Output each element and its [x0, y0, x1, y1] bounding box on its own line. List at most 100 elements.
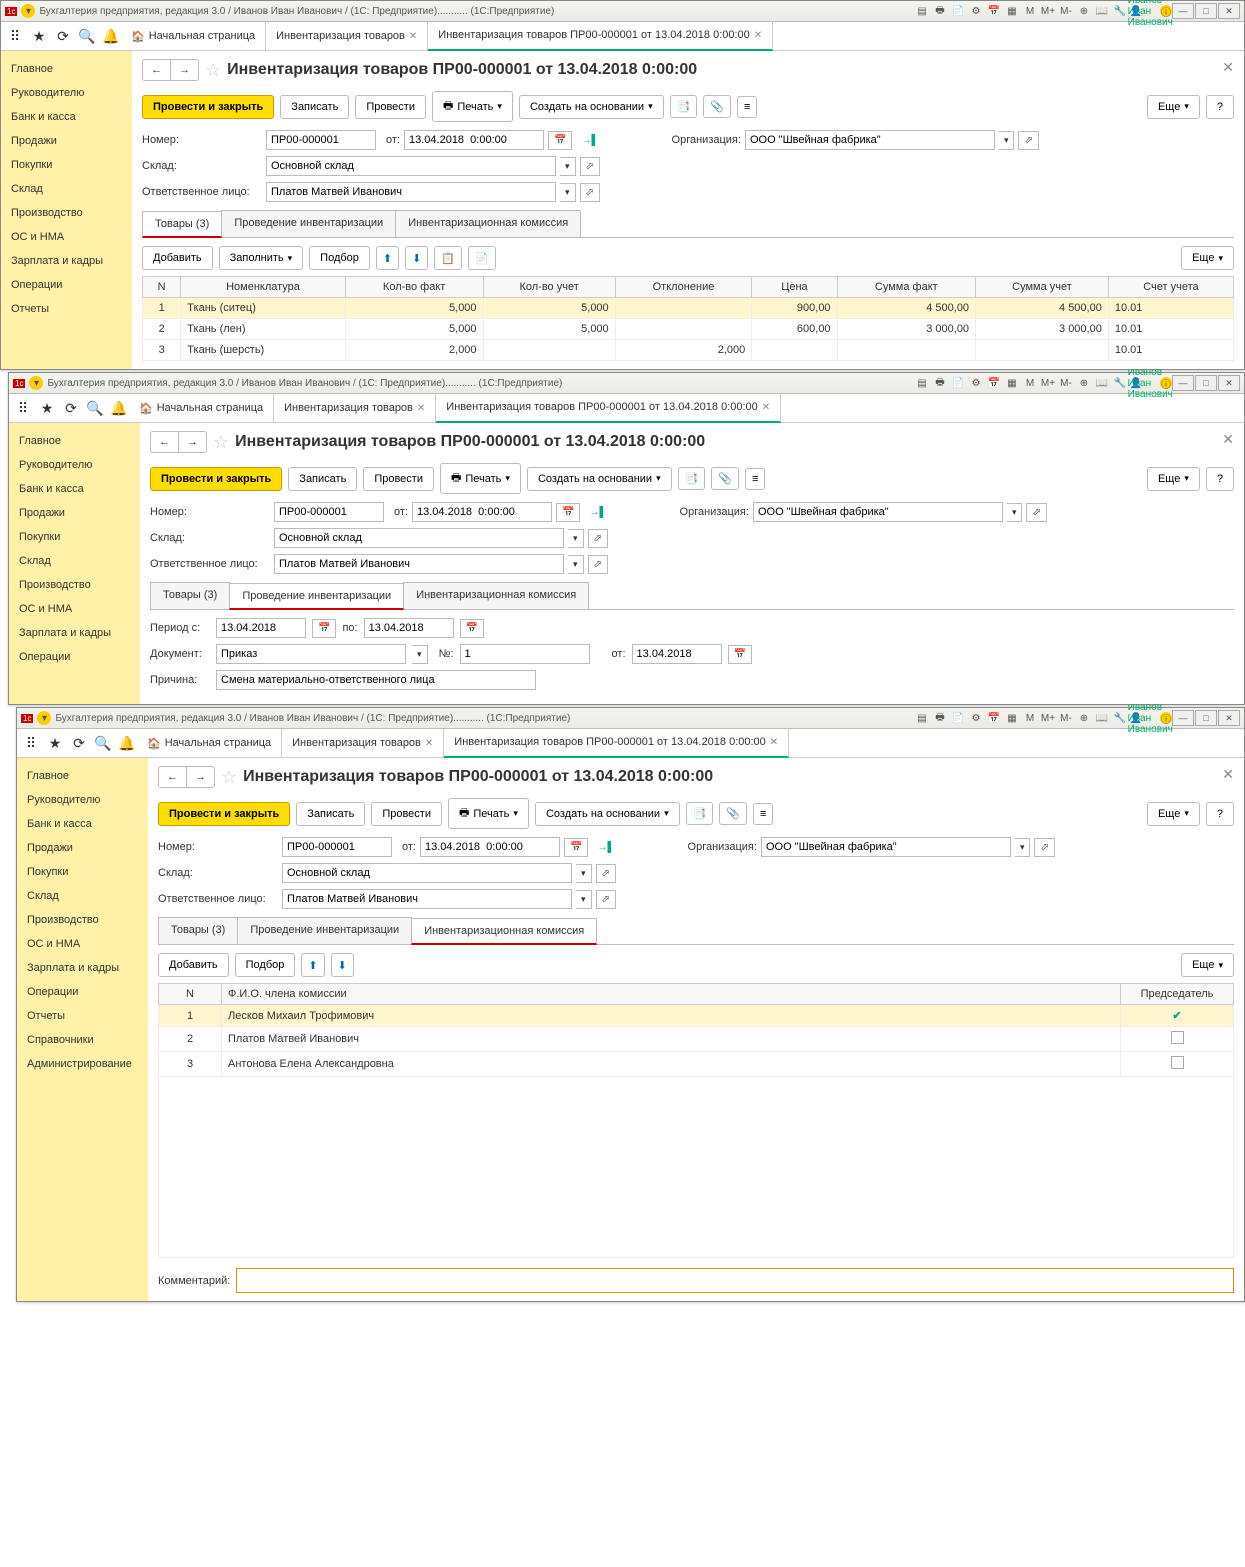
forward-button[interactable]: → — [187, 767, 214, 787]
apps-icon[interactable]: ⠿ — [5, 26, 25, 46]
dropdown-icon[interactable]: ▾ — [1015, 838, 1031, 857]
doc-icon[interactable]: 📄 — [950, 710, 966, 726]
responsible-input[interactable] — [274, 554, 564, 574]
calendar-icon[interactable]: 📅 — [986, 375, 1002, 391]
close-form-icon[interactable]: ✕ — [1222, 59, 1234, 76]
copy-icon[interactable]: 📋 — [434, 246, 462, 270]
close-icon[interactable]: ✕ — [425, 738, 433, 749]
sidebar-item[interactable]: Главное — [9, 429, 140, 453]
post-icon[interactable]: →▌ — [576, 132, 603, 149]
bell-icon[interactable]: 🔔 — [101, 26, 121, 46]
sidebar-item[interactable]: Банк и касса — [9, 477, 140, 501]
tab-inventory-list[interactable]: Инвентаризация товаров ✕ — [282, 729, 444, 757]
tool-icon[interactable]: 🔧 — [1112, 3, 1128, 19]
open-icon[interactable]: ⬀ — [1018, 131, 1038, 150]
m-icon[interactable]: M — [1022, 710, 1038, 726]
close-icon[interactable]: ✕ — [754, 30, 762, 41]
tools-icon[interactable]: ▤ — [914, 710, 930, 726]
minimize-button[interactable]: — — [1172, 3, 1194, 19]
number-input[interactable] — [274, 502, 384, 522]
post-icon[interactable]: →▌ — [584, 504, 611, 521]
attach-icon[interactable]: 📎 — [703, 95, 731, 118]
more-button[interactable]: Еще — [1181, 246, 1234, 270]
responsible-input[interactable] — [266, 182, 556, 202]
post-icon[interactable]: →▌ — [592, 839, 619, 856]
info-icon[interactable]: ⓘ — [1160, 712, 1172, 724]
post-button[interactable]: Провести — [363, 467, 434, 491]
save-button[interactable]: Записать — [280, 95, 349, 119]
sidebar-item[interactable]: Руководителю — [17, 788, 148, 812]
tab-inventory-list[interactable]: Инвентаризация товаров ✕ — [274, 394, 436, 422]
calendar-icon[interactable]: 📅 — [986, 710, 1002, 726]
org-input[interactable] — [761, 837, 1011, 857]
list-icon[interactable]: ≡ — [737, 96, 757, 118]
print-icon[interactable]: 🖶 — [932, 375, 948, 391]
maximize-button[interactable]: □ — [1195, 375, 1217, 391]
sidebar-item[interactable]: Операции — [9, 645, 140, 669]
dropdown-icon[interactable]: ▾ — [412, 645, 428, 664]
tab-conduct[interactable]: Проведение инвентаризации — [237, 917, 412, 944]
tab-commission[interactable]: Инвентаризационная комиссия — [395, 210, 581, 237]
menu-icon[interactable]: ▾ — [29, 376, 43, 390]
date-input[interactable] — [404, 130, 544, 150]
mminus-icon[interactable]: M- — [1058, 375, 1074, 391]
dropdown-icon[interactable]: ▾ — [576, 864, 592, 883]
more-button[interactable]: Еще — [1147, 802, 1200, 826]
tab-commission[interactable]: Инвентаризационная комиссия — [403, 582, 589, 609]
tab-inventory-doc[interactable]: Инвентаризация товаров ПР00-000001 от 13… — [436, 393, 781, 423]
post-close-button[interactable]: Провести и закрыть — [158, 802, 290, 826]
close-form-icon[interactable]: ✕ — [1222, 766, 1234, 783]
move-down-icon[interactable]: ⬇ — [405, 246, 428, 270]
register-icon[interactable]: 📑 — [670, 95, 698, 118]
info-icon[interactable]: ⓘ — [1160, 5, 1172, 17]
dropdown-icon[interactable]: ▾ — [1007, 503, 1023, 522]
back-button[interactable]: ← — [143, 60, 171, 80]
search-icon[interactable]: 🔍 — [77, 26, 97, 46]
star-icon[interactable]: ★ — [29, 26, 49, 46]
save-button[interactable]: Записать — [288, 467, 357, 491]
calendar-icon[interactable]: 📅 — [548, 131, 572, 150]
doc-input[interactable] — [216, 644, 406, 664]
tab-commission[interactable]: Инвентаризационная комиссия — [411, 918, 597, 945]
sidebar-item[interactable]: Зарплата и кадры — [1, 249, 132, 273]
more-button[interactable]: Еще — [1181, 953, 1234, 977]
help-button[interactable]: ? — [1206, 467, 1234, 491]
sidebar-item[interactable]: Покупки — [17, 860, 148, 884]
tab-conduct[interactable]: Проведение инвентаризации — [221, 210, 396, 237]
close-button[interactable]: ✕ — [1218, 375, 1240, 391]
favorite-icon[interactable]: ☆ — [221, 767, 237, 788]
sidebar-item[interactable]: Банк и касса — [17, 812, 148, 836]
tab-inventory-list[interactable]: Инвентаризация товаров ✕ — [266, 22, 428, 50]
print-icon[interactable]: 🖶 — [932, 710, 948, 726]
register-icon[interactable]: 📑 — [686, 802, 714, 825]
open-icon[interactable]: ⬀ — [588, 529, 608, 548]
sidebar-item[interactable]: Отчеты — [1, 297, 132, 321]
dropdown-icon[interactable]: ▾ — [560, 157, 576, 176]
menu-icon[interactable]: ▾ — [21, 4, 35, 18]
org-input[interactable] — [745, 130, 995, 150]
book-icon[interactable]: 📖 — [1094, 3, 1110, 19]
user-icon[interactable]: 👤 Иванов Иван Иванович — [1136, 3, 1152, 19]
dropdown-icon[interactable]: ▾ — [999, 131, 1015, 150]
open-icon[interactable]: ⬀ — [1026, 503, 1046, 522]
calendar-icon[interactable]: 📅 — [728, 645, 752, 664]
mminus-icon[interactable]: M- — [1058, 710, 1074, 726]
grid-icon[interactable]: ▦ — [1004, 3, 1020, 19]
sidebar-item[interactable]: ОС и НМА — [1, 225, 132, 249]
attach-icon[interactable]: 📎 — [711, 467, 739, 490]
forward-button[interactable]: → — [171, 60, 198, 80]
tab-goods[interactable]: Товары (3) — [150, 582, 230, 609]
table-row[interactable]: 2Платов Матвей Иванович — [159, 1027, 1234, 1052]
checkbox-checked-icon[interactable]: ✔ — [1172, 1010, 1181, 1022]
search-icon[interactable]: 🔍 — [93, 733, 113, 753]
zoom-icon[interactable]: ⊕ — [1076, 710, 1092, 726]
reason-input[interactable] — [216, 670, 536, 690]
sidebar-item[interactable]: Производство — [17, 908, 148, 932]
history-icon[interactable]: ⟳ — [53, 26, 73, 46]
star-icon[interactable]: ★ — [37, 398, 57, 418]
sidebar-item[interactable]: Продажи — [17, 836, 148, 860]
warehouse-input[interactable] — [274, 528, 564, 548]
post-close-button[interactable]: Провести и закрыть — [150, 467, 282, 491]
sidebar-item[interactable]: Покупки — [9, 525, 140, 549]
calendar-icon[interactable]: 📅 — [564, 838, 588, 857]
